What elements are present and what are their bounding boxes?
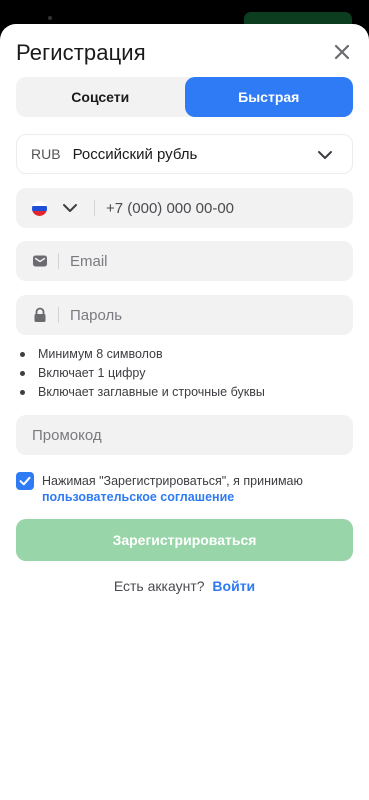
camera-dot — [48, 16, 52, 20]
consent-label: Нажимая "Зарегистрироваться", я принимаю — [42, 474, 303, 488]
password-placeholder: Пароль — [70, 307, 123, 324]
password-field[interactable]: Пароль — [16, 295, 353, 335]
phone-field[interactable]: +7 (000) 000 00-00 — [16, 188, 353, 228]
currency-select[interactable]: RUB Российский рубль — [16, 134, 353, 174]
divider — [94, 200, 95, 216]
close-button[interactable] — [330, 40, 354, 64]
password-rule: Включает заглавные и строчные буквы — [20, 383, 265, 402]
user-agreement-link[interactable]: пользовательское соглашение — [42, 489, 342, 505]
consent-text: Нажимая "Зарегистрироваться", я принимаю… — [42, 473, 342, 505]
tab-quick[interactable]: Быстрая — [184, 77, 353, 117]
country-chevron-icon[interactable] — [62, 200, 78, 216]
password-rules: Минимум 8 символов Включает 1 цифру Вклю… — [20, 345, 265, 402]
check-icon — [19, 476, 31, 486]
page-title: Регистрация — [16, 40, 146, 65]
promo-code-field[interactable]: Промокод — [16, 415, 353, 455]
chevron-down-icon — [318, 151, 332, 159]
currency-code: RUB — [31, 146, 61, 162]
login-link[interactable]: Войти — [212, 578, 255, 594]
tab-social[interactable]: Соцсети — [16, 77, 185, 117]
divider — [58, 307, 59, 323]
register-button[interactable]: Зарегистрироваться — [16, 519, 353, 561]
envelope-icon — [33, 255, 47, 267]
registration-sheet: Регистрация Соцсети Быстрая RUB Российск… — [0, 24, 369, 800]
password-rule: Минимум 8 символов — [20, 345, 265, 364]
currency-name: Российский рубль — [72, 145, 198, 163]
consent-checkbox[interactable] — [16, 472, 34, 490]
close-icon — [334, 44, 350, 60]
login-row: Есть аккаунт? Войти — [0, 578, 369, 594]
russia-flag-icon — [32, 201, 47, 216]
email-field[interactable]: Email — [16, 241, 353, 281]
login-prompt: Есть аккаунт? — [113, 578, 205, 594]
phone-placeholder: +7 (000) 000 00-00 — [106, 200, 235, 217]
divider — [58, 253, 59, 269]
email-placeholder: Email — [70, 253, 108, 270]
status-bar — [0, 0, 369, 26]
password-rule: Включает 1 цифру — [20, 364, 265, 383]
promo-placeholder: Промокод — [32, 426, 102, 444]
lock-icon — [34, 307, 46, 322]
registration-tabs: Соцсети Быстрая — [16, 77, 353, 117]
